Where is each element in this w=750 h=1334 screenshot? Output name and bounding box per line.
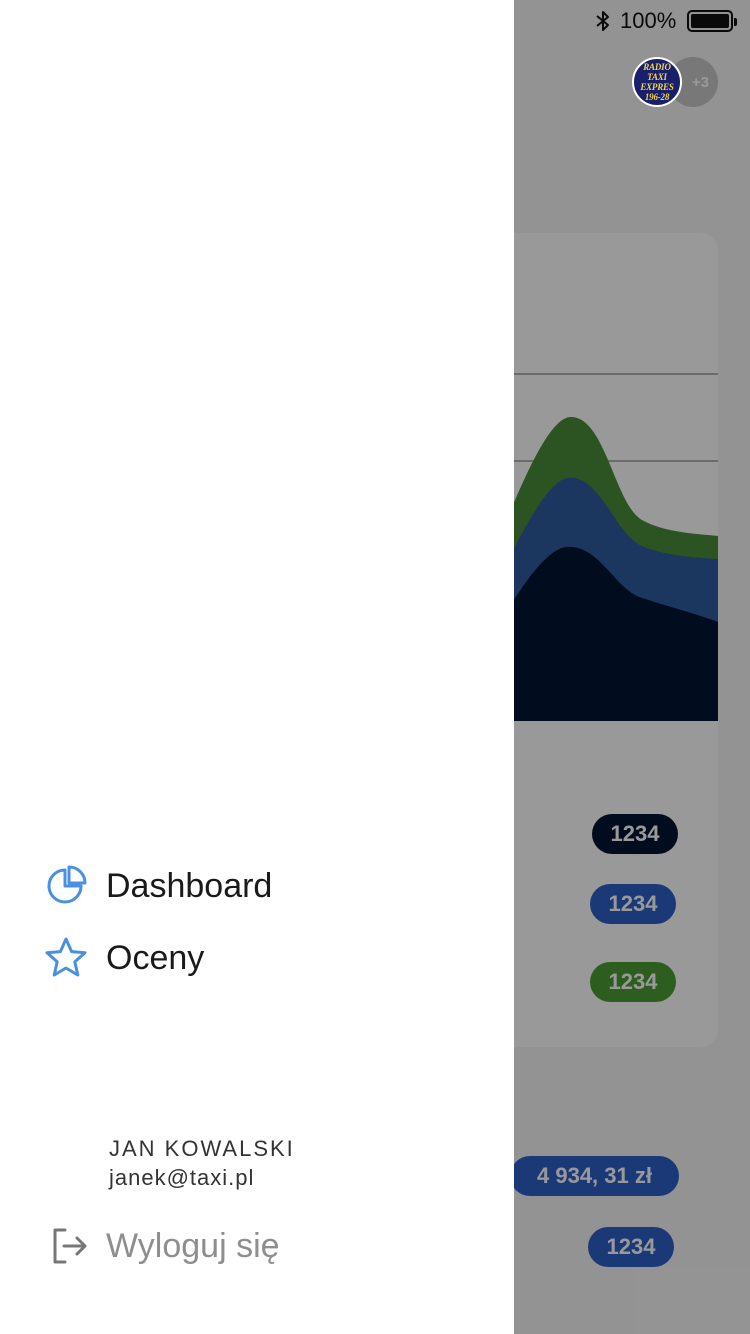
menu-item-dashboard[interactable]: Dashboard (44, 862, 272, 910)
logo-text-line: RADIO (643, 62, 671, 72)
logo-text-line: 196-28 (644, 92, 670, 102)
logout-icon (46, 1223, 92, 1269)
logout-label: Wyloguj się (106, 1226, 280, 1265)
logo-text-line: TAXI (647, 72, 667, 82)
menu-item-label: Dashboard (106, 866, 273, 905)
user-email: janek@taxi.pl (109, 1165, 255, 1190)
menu-item-label: Oceny (106, 938, 205, 977)
pie-chart-icon (44, 864, 88, 908)
star-icon (44, 936, 88, 980)
logo-text-line: EXPRES (640, 82, 674, 92)
user-name: JAN KOWALSKI (109, 1136, 295, 1161)
logout-button[interactable]: Wyloguj się (46, 1222, 280, 1270)
company-logo[interactable]: RADIO TAXI EXPRES 196-28 (632, 57, 682, 107)
menu-item-oceny[interactable]: Oceny (44, 934, 204, 982)
side-drawer: Dashboard Oceny JAN KOWALSKI janek@taxi.… (0, 0, 514, 1334)
